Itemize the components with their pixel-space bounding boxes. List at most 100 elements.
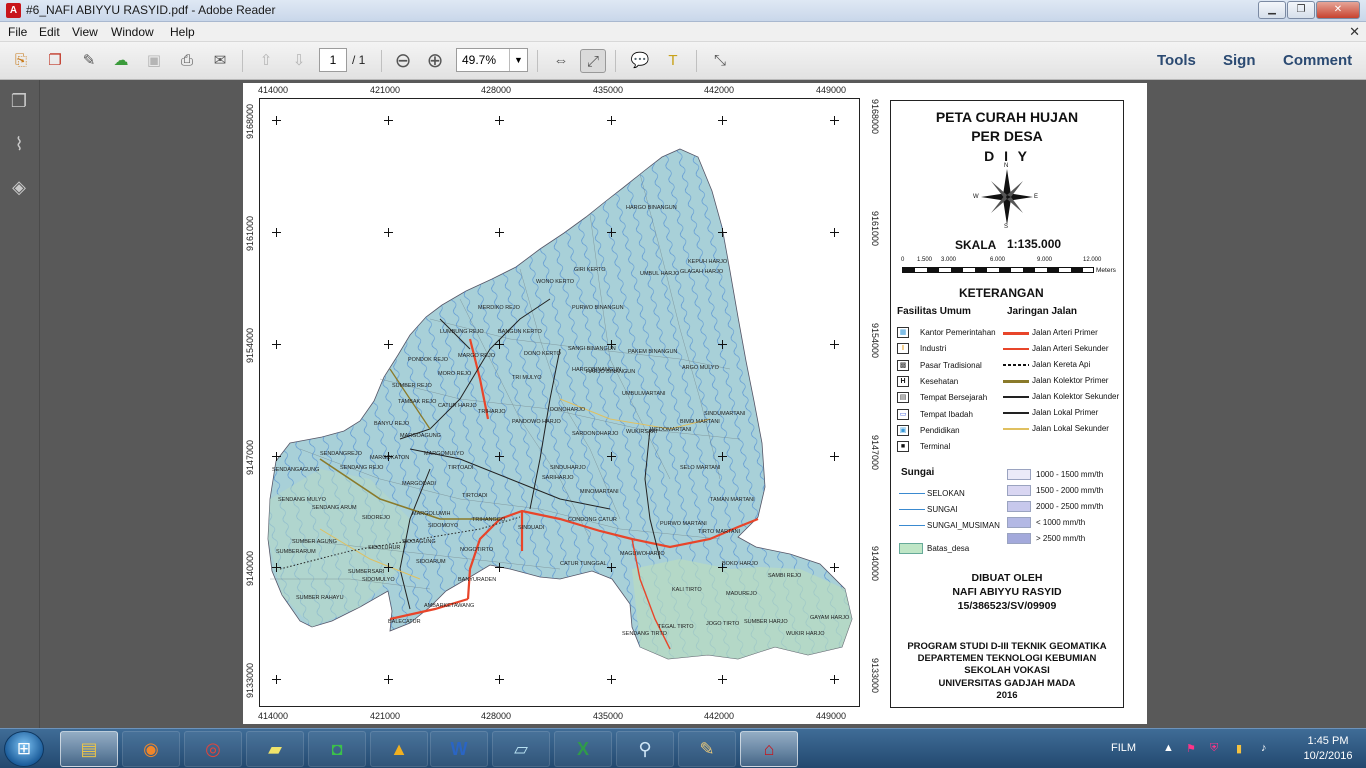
security-icon[interactable]: ⛨ bbox=[1210, 742, 1218, 755]
rainfall-class-label: 1500 - 2000 mm/th bbox=[1036, 486, 1104, 495]
facility-label: Tempat Bersejarah bbox=[920, 393, 988, 403]
grid-cross bbox=[272, 452, 281, 461]
river-type-label: SUNGAI bbox=[927, 505, 958, 514]
restore-button[interactable]: ❐ bbox=[1287, 1, 1315, 19]
zoom-level-select[interactable]: 49.7% ▼ bbox=[456, 48, 528, 72]
menu-edit[interactable]: Edit bbox=[39, 25, 60, 39]
road-type-label: Jalan Kereta Api bbox=[1032, 360, 1091, 369]
layers-icon[interactable]: ◈ bbox=[8, 176, 30, 198]
village-label: TEGAL TIRTO bbox=[658, 624, 694, 630]
word-icon[interactable]: W bbox=[430, 731, 488, 767]
email-icon[interactable]: ✉ bbox=[207, 49, 233, 73]
village-label: SIDOREJO bbox=[362, 515, 391, 521]
notepad-icon[interactable]: ▱ bbox=[492, 731, 550, 767]
grid-cross bbox=[495, 675, 504, 684]
windows-explorer-icon[interactable]: ▤ bbox=[60, 731, 118, 767]
chrome-icon[interactable]: ◎ bbox=[184, 731, 242, 767]
magnifier-icon[interactable]: ⚲ bbox=[616, 731, 674, 767]
grid-cross bbox=[830, 116, 839, 125]
rainfall-class-label: < 1000 mm/th bbox=[1036, 518, 1086, 527]
village-label: PURWO MARTANI bbox=[660, 521, 707, 527]
author-name: NAFI ABIYYU RASYID bbox=[952, 586, 1062, 598]
zoom-out-icon[interactable]: ⊖ bbox=[390, 49, 416, 73]
edit-pdf-icon[interactable]: ✎ bbox=[76, 49, 102, 73]
archicad-icon[interactable]: ▲ bbox=[370, 731, 428, 767]
start-button[interactable]: ⊞ bbox=[4, 731, 44, 767]
attachments-icon[interactable]: ⌇ bbox=[8, 133, 30, 155]
system-clock[interactable]: 1:45 PM 10/2/2016 bbox=[1300, 734, 1356, 764]
previous-page-icon[interactable]: ⇧ bbox=[253, 49, 279, 73]
grid-cross bbox=[384, 675, 393, 684]
menu-window[interactable]: Window bbox=[111, 25, 154, 39]
y-coordinate-label: 9133000 bbox=[245, 662, 255, 698]
village-label: PANDOWO HARJO bbox=[512, 419, 561, 425]
west-label: W bbox=[973, 194, 979, 200]
tools-pane-button[interactable]: Tools bbox=[1157, 52, 1196, 69]
fit-width-icon[interactable]: ⇔ bbox=[548, 49, 574, 73]
grid-cross bbox=[607, 563, 616, 572]
grid-cross bbox=[272, 675, 281, 684]
firefox-icon[interactable]: ◉ bbox=[122, 731, 180, 767]
sign-pane-button[interactable]: Sign bbox=[1223, 52, 1256, 69]
print-icon[interactable]: ⎙ bbox=[174, 49, 200, 73]
facility-symbol-icon: ▩ bbox=[897, 359, 909, 371]
film-toolbar-label[interactable]: FILM bbox=[1111, 742, 1136, 754]
village-label: TRI MULYO bbox=[512, 375, 542, 381]
sticky-note-icon[interactable]: 💬 bbox=[627, 49, 653, 73]
facility-symbol-icon: H bbox=[897, 375, 909, 387]
batas-desa-label: Batas_desa bbox=[927, 544, 970, 553]
map-title-line-3: D I Y bbox=[984, 148, 1030, 164]
zoom-in-icon[interactable]: ⊕ bbox=[422, 49, 448, 73]
full-screen-icon[interactable]: ⤡ bbox=[707, 49, 733, 73]
x-coordinate-label: 442000 bbox=[704, 85, 735, 95]
chevron-down-icon[interactable]: ▼ bbox=[509, 49, 527, 71]
page-number-input[interactable]: 1 bbox=[319, 48, 347, 72]
rainfall-class-swatch bbox=[1007, 533, 1031, 544]
save-icon[interactable]: ▣ bbox=[141, 49, 167, 73]
village-label: SAMBI REJO bbox=[768, 573, 802, 579]
sticky-notes-icon[interactable]: ▰ bbox=[246, 731, 304, 767]
combine-files-icon[interactable]: ❐ bbox=[42, 49, 68, 73]
paint-icon[interactable]: ✎ bbox=[678, 731, 736, 767]
grid-cross bbox=[607, 340, 616, 349]
river-line-symbol bbox=[899, 493, 925, 494]
jaringan-heading: Jaringan Jalan bbox=[1007, 306, 1078, 317]
road-type-label: Jalan Arteri Primer bbox=[1032, 328, 1098, 337]
fit-page-icon[interactable]: ⤢ bbox=[580, 49, 606, 73]
excel-icon[interactable]: X bbox=[554, 731, 612, 767]
upload-cloud-icon[interactable]: ☁ bbox=[108, 49, 134, 73]
grid-cross bbox=[272, 563, 281, 572]
comment-pane-button[interactable]: Comment bbox=[1283, 52, 1352, 69]
show-hidden-icons-icon[interactable]: ▲ bbox=[1163, 742, 1174, 754]
create-pdf-icon[interactable]: ⎘ bbox=[8, 49, 34, 73]
rainfall-class-label: > 2500 mm/th bbox=[1036, 534, 1086, 543]
village-label: SUMBERARUM bbox=[276, 549, 316, 555]
menu-view[interactable]: View bbox=[72, 25, 98, 39]
rainfall-map bbox=[267, 148, 853, 660]
grid-cross bbox=[718, 563, 727, 572]
network-icon[interactable]: ▮ bbox=[1236, 742, 1242, 755]
volume-icon[interactable]: ♪ bbox=[1261, 742, 1267, 754]
menu-bar: File Edit View Window Help ✕ bbox=[0, 22, 1366, 42]
action-center-icon[interactable]: ⚑ bbox=[1186, 742, 1196, 755]
village-label: TRIHANGGO bbox=[472, 517, 506, 523]
village-label: SUMBER AGUNG bbox=[292, 539, 337, 545]
village-label: WONO KERTO bbox=[536, 279, 574, 285]
page-thumbnails-icon[interactable]: ❐ bbox=[8, 90, 30, 112]
village-label: CATUR HARJO bbox=[438, 403, 477, 409]
grid-cross bbox=[495, 563, 504, 572]
village-label: MARGO REJO bbox=[458, 353, 495, 359]
close-document-icon[interactable]: ✕ bbox=[1349, 24, 1360, 40]
highlight-text-icon[interactable]: T bbox=[660, 49, 686, 73]
facility-symbol-icon: ▤ bbox=[897, 392, 909, 404]
adobe-reader-taskbar-icon[interactable]: ⌂ bbox=[740, 731, 798, 767]
menu-file[interactable]: File bbox=[8, 25, 27, 39]
line-icon[interactable]: ◘ bbox=[308, 731, 366, 767]
scale-label: SKALA bbox=[955, 238, 997, 252]
facility-label: Tempat Ibadah bbox=[920, 409, 973, 419]
minimize-button[interactable]: ▁ bbox=[1258, 1, 1286, 19]
village-label: BALECATUR bbox=[388, 619, 421, 625]
next-page-icon[interactable]: ⇩ bbox=[286, 49, 312, 73]
menu-help[interactable]: Help bbox=[170, 25, 195, 39]
close-button[interactable]: ✕ bbox=[1316, 1, 1360, 19]
